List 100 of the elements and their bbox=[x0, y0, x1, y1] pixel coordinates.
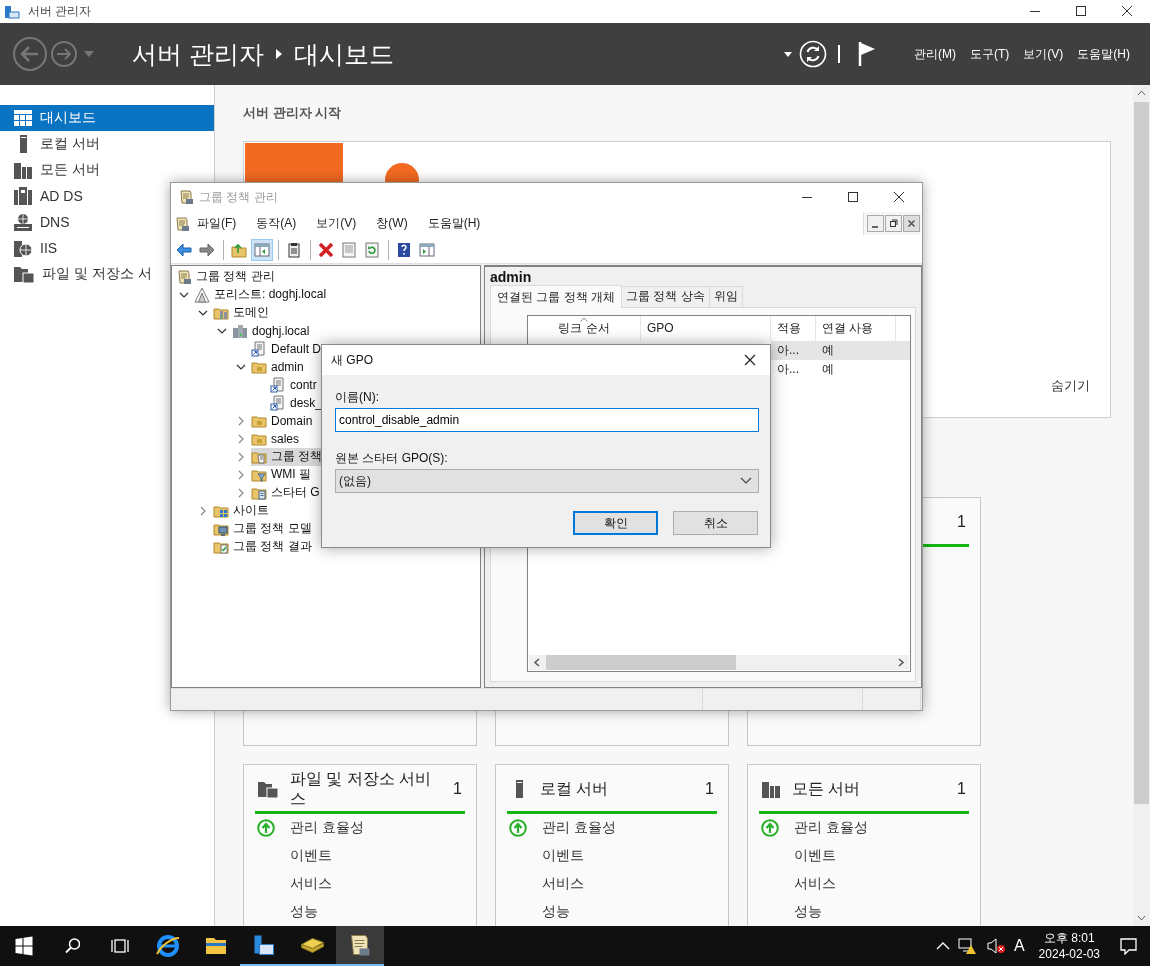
network-warning-icon[interactable] bbox=[957, 937, 978, 955]
menu-item[interactable]: 동작(A) bbox=[256, 215, 297, 233]
tree-item[interactable]: 그룹 정책 관리 bbox=[176, 267, 277, 286]
sidebar-item[interactable]: IIS bbox=[0, 235, 62, 261]
dialog-button[interactable]: 확인 bbox=[573, 511, 658, 535]
scrollbar[interactable] bbox=[529, 655, 909, 671]
menu-item[interactable]: 도움말(H) bbox=[1077, 45, 1130, 63]
chevron-right-icon[interactable] bbox=[238, 451, 244, 462]
tree-item[interactable]: 그룹 정책 결과 bbox=[213, 537, 314, 556]
tile-link[interactable]: 서비스 bbox=[290, 875, 332, 893]
tree-item[interactable]: desk_ bbox=[270, 393, 325, 412]
tile-link[interactable]: 성능 bbox=[794, 903, 822, 921]
chevron-right-icon[interactable] bbox=[200, 505, 206, 516]
menu-item[interactable]: 보기(V) bbox=[1023, 45, 1064, 63]
breadcrumb-item[interactable]: 서버 관리자 bbox=[132, 37, 264, 71]
sidebar-item[interactable]: 파일 및 저장소 서 bbox=[0, 261, 156, 287]
minimize-icon[interactable] bbox=[867, 215, 884, 233]
folder-icon bbox=[206, 938, 226, 954]
chevron-right-icon[interactable] bbox=[238, 433, 244, 444]
chevron-down-icon[interactable] bbox=[198, 309, 208, 316]
table-row[interactable]: 아... 예 bbox=[771, 359, 910, 379]
scroll-icon bbox=[270, 376, 286, 393]
chevron-up-icon[interactable] bbox=[935, 941, 950, 951]
sidebar-item[interactable]: DNS bbox=[0, 209, 74, 235]
scroll-icon bbox=[270, 394, 286, 411]
tree-item[interactable]: WMI 필 bbox=[251, 465, 313, 484]
tab[interactable]: 위임 bbox=[708, 285, 743, 307]
restore-icon[interactable] bbox=[885, 215, 902, 233]
triangle-icon bbox=[194, 286, 210, 303]
tile-title[interactable]: 파일 및 저장소 서비스 bbox=[290, 769, 454, 809]
tile-link[interactable]: 관리 효율성 bbox=[794, 819, 868, 837]
column-header[interactable]: GPO bbox=[641, 315, 771, 341]
tile-link[interactable]: 이벤트 bbox=[542, 847, 584, 865]
chevron-down-icon[interactable] bbox=[217, 327, 227, 334]
tree-item[interactable]: 사이트 bbox=[213, 501, 271, 520]
chevron-down-icon[interactable] bbox=[236, 363, 246, 370]
column-header[interactable]: 연결 사용 bbox=[816, 315, 896, 341]
sidebar-item[interactable]: 로컬 서버 bbox=[0, 131, 104, 157]
menu-item[interactable]: 창(W) bbox=[376, 215, 408, 233]
chevron-right-icon[interactable] bbox=[238, 487, 244, 498]
tree-item[interactable]: Default D bbox=[251, 339, 324, 358]
input-field[interactable]: control_disable_admin bbox=[335, 408, 759, 432]
tab[interactable]: 연결된 그룹 정책 개체 bbox=[490, 284, 622, 308]
dropdown[interactable]: (없음) bbox=[335, 469, 759, 493]
tile-link[interactable]: 관리 효율성 bbox=[542, 819, 616, 837]
chevron-down-icon[interactable] bbox=[179, 291, 189, 298]
globe-server-icon bbox=[14, 239, 32, 257]
tile-link[interactable]: 성능 bbox=[290, 903, 318, 921]
tree-item[interactable]: 도메인 bbox=[213, 303, 271, 322]
dialog-title: 새 GPO bbox=[331, 351, 373, 369]
tile-title[interactable]: 로컬 서버 bbox=[540, 779, 706, 799]
tile-link[interactable]: 서비스 bbox=[542, 875, 584, 893]
close-icon[interactable] bbox=[903, 215, 920, 233]
sidebar-item[interactable]: 모든 서버 bbox=[0, 157, 104, 183]
tile-link[interactable]: 이벤트 bbox=[794, 847, 836, 865]
tree-item[interactable]: Domain bbox=[251, 411, 315, 430]
chevron-right-icon bbox=[275, 49, 282, 59]
menu-item[interactable]: 파일(F) bbox=[197, 215, 237, 233]
sidebar-item[interactable]: 대시보드 bbox=[0, 105, 214, 131]
column-header[interactable]: 적용 bbox=[771, 315, 816, 341]
detail-heading: admin bbox=[490, 268, 533, 287]
notification-icon[interactable] bbox=[1119, 937, 1137, 955]
tree-item[interactable]: admin bbox=[251, 357, 306, 376]
menu-item[interactable]: 도움말(H) bbox=[427, 215, 481, 233]
tile-link[interactable]: 서비스 bbox=[794, 875, 836, 893]
taskbar-button[interactable] bbox=[336, 926, 384, 966]
hide-link[interactable]: 숨기기 bbox=[1051, 377, 1090, 395]
menu-item[interactable]: 보기(V) bbox=[316, 215, 357, 233]
tree-item[interactable]: 스타터 G bbox=[251, 483, 322, 502]
table-row[interactable]: 아... 예 bbox=[771, 340, 910, 360]
tree-item[interactable]: doghj.local bbox=[232, 321, 312, 340]
table-cell-text: 아... bbox=[776, 360, 800, 378]
scrollbar[interactable] bbox=[1133, 85, 1150, 926]
flag-icon[interactable] bbox=[858, 42, 876, 66]
tile-title[interactable]: 모든 서버 bbox=[792, 779, 958, 799]
clock-date[interactable]: 2024-02-03 bbox=[1038, 946, 1100, 962]
column-header[interactable]: 링크 순서 bbox=[528, 315, 641, 341]
tree-item[interactable]: contr bbox=[270, 375, 319, 394]
chevron-right-icon[interactable] bbox=[238, 469, 244, 480]
sidebar-item[interactable]: AD DS bbox=[0, 183, 87, 209]
scroll-icon[interactable] bbox=[174, 215, 190, 232]
clock-time[interactable]: 오후 8:01 bbox=[1043, 930, 1095, 946]
tree-item[interactable]: sales bbox=[251, 429, 301, 448]
tree-item[interactable]: 포리스트: doghj.local bbox=[194, 285, 329, 304]
menu-item[interactable]: 도구(T) bbox=[970, 45, 1010, 63]
caret-icon[interactable] bbox=[784, 51, 792, 57]
window-pane-icon bbox=[419, 241, 435, 258]
server-icon bbox=[232, 322, 248, 339]
menu-item[interactable]: 관리(M) bbox=[914, 45, 956, 63]
refresh-icon[interactable] bbox=[799, 40, 827, 68]
dialog-button[interactable]: 취소 bbox=[673, 511, 758, 535]
chevron-right-icon[interactable] bbox=[238, 415, 244, 426]
tree-item[interactable]: 그룹 정책 모델 bbox=[213, 519, 314, 538]
input-indicator[interactable]: A bbox=[1013, 937, 1025, 955]
tile-link[interactable]: 성능 bbox=[542, 903, 570, 921]
speaker-muted-icon[interactable] bbox=[985, 937, 1006, 955]
clipboard-icon bbox=[286, 241, 302, 258]
window-pane-icon bbox=[254, 241, 270, 258]
tile-link[interactable]: 관리 효율성 bbox=[290, 819, 364, 837]
tile-link[interactable]: 이벤트 bbox=[290, 847, 332, 865]
